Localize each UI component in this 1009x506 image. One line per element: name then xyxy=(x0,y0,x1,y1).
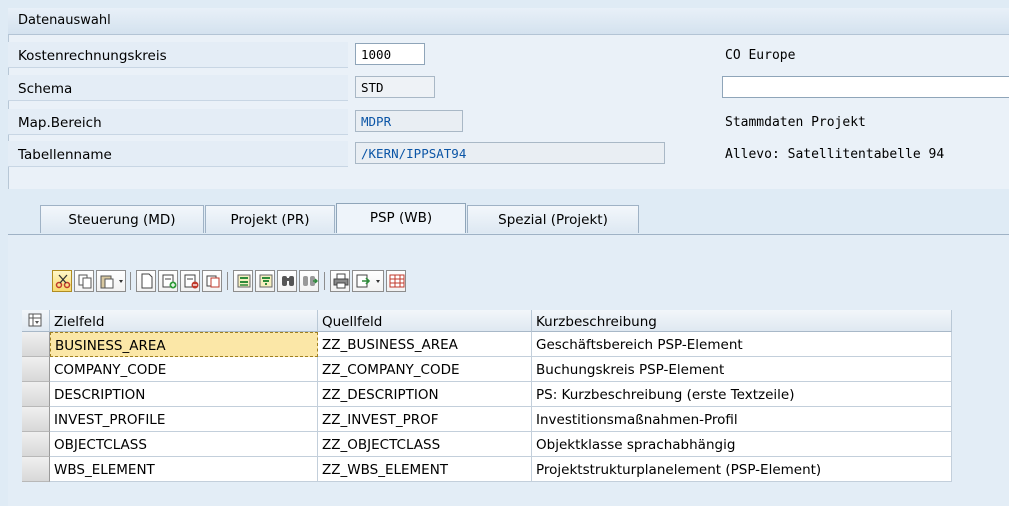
toolbar-separator xyxy=(227,272,228,290)
row-selector[interactable] xyxy=(22,357,50,382)
copy-icon[interactable] xyxy=(74,270,94,292)
zielfeld-cell[interactable]: DESCRIPTION xyxy=(50,382,318,407)
quellfeld-cell[interactable]: ZZ_BUSINESS_AREA xyxy=(318,332,532,357)
kurzbeschreibung-cell[interactable]: PS: Kurzbeschreibung (erste Textzeile) xyxy=(532,382,952,407)
table-row: OBJECTCLASS ZZ_OBJECTCLASS Objektklasse … xyxy=(22,432,952,457)
find-icon[interactable] xyxy=(277,270,297,292)
tab-psp-wb[interactable]: PSP (WB) xyxy=(336,203,466,233)
kurzbeschreibung-cell[interactable]: Buchungskreis PSP-Element xyxy=(532,357,952,382)
frame-title-bar: Datenauswahl xyxy=(8,8,1009,35)
table-row: INVEST_PROFILE ZZ_INVEST_PROF Investitio… xyxy=(22,407,952,432)
zielfeld-cell[interactable]: WBS_ELEMENT xyxy=(50,457,318,482)
zielfeld-cell[interactable]: INVEST_PROFILE xyxy=(50,407,318,432)
quellfeld-cell[interactable]: ZZ_INVEST_PROF xyxy=(318,407,532,432)
table-row: WBS_ELEMENT ZZ_WBS_ELEMENT Projektstrukt… xyxy=(22,457,952,482)
quellfeld-cell[interactable]: ZZ_COMPANY_CODE xyxy=(318,357,532,382)
schema-description-field xyxy=(722,76,1009,98)
kokrs-description: CO Europe xyxy=(725,48,796,63)
tabellenname-description: Allevo: Satellitentabelle 94 xyxy=(725,147,945,162)
tabstrip: Steuerung (MD) Projekt (PR) PSP (WB) Spe… xyxy=(8,203,1009,235)
tab-steuerung-md[interactable]: Steuerung (MD) xyxy=(40,205,204,233)
tab-spezial-projekt[interactable]: Spezial (Projekt) xyxy=(467,205,639,233)
row-selector[interactable] xyxy=(22,432,50,457)
kokrs-input[interactable]: 1000 xyxy=(355,43,425,65)
kurzbeschreibung-cell[interactable]: Objektklasse sprachabhängig xyxy=(532,432,952,457)
tab-projekt-pr[interactable]: Projekt (PR) xyxy=(205,205,335,233)
row-selector[interactable] xyxy=(22,457,50,482)
kurzbeschreibung-cell[interactable]: Geschäftsbereich PSP-Element xyxy=(532,332,952,357)
table-row: DESCRIPTION ZZ_DESCRIPTION PS: Kurzbesch… xyxy=(22,382,952,407)
zielfeld-cell[interactable]: BUSINESS_AREA xyxy=(50,332,318,357)
print-icon[interactable] xyxy=(330,270,350,292)
delete-row-icon[interactable] xyxy=(180,270,200,292)
map-bereich-description: Stammdaten Projekt xyxy=(725,115,866,130)
row-selector[interactable] xyxy=(22,382,50,407)
export-icon[interactable] xyxy=(352,270,384,292)
sort-asc-icon[interactable] xyxy=(233,270,253,292)
find-next-icon[interactable] xyxy=(299,270,319,292)
select-all-icon[interactable] xyxy=(22,310,50,332)
cut-icon[interactable] xyxy=(52,270,72,292)
kurzbeschreibung-cell[interactable]: Investitionsmaßnahmen-Profil xyxy=(532,407,952,432)
label-schema: Schema xyxy=(18,81,73,97)
new-row-icon[interactable] xyxy=(136,270,156,292)
frame-title: Datenauswahl xyxy=(18,13,111,28)
toolbar-separator xyxy=(130,272,131,290)
column-header-zielfeld[interactable]: Zielfeld xyxy=(50,310,318,332)
table-row: BUSINESS_AREA ZZ_BUSINESS_AREA Geschäfts… xyxy=(22,332,952,357)
zielfeld-cell[interactable]: OBJECTCLASS xyxy=(50,432,318,457)
copy-row-icon[interactable] xyxy=(202,270,222,292)
kurzbeschreibung-cell[interactable]: Projektstrukturplanelement (PSP-Element) xyxy=(532,457,952,482)
row-selector[interactable] xyxy=(22,407,50,432)
quellfeld-cell[interactable]: ZZ_OBJECTCLASS xyxy=(318,432,532,457)
column-header-quellfeld[interactable]: Quellfeld xyxy=(318,310,532,332)
schema-field: STD xyxy=(355,76,435,98)
quellfeld-cell[interactable]: ZZ_WBS_ELEMENT xyxy=(318,457,532,482)
tabellenname-field: /KERN/IPPSAT94 xyxy=(355,142,665,164)
map-bereich-field: MDPR xyxy=(355,110,463,132)
label-kostenrechnungskreis: Kostenrechnungskreis xyxy=(18,48,167,64)
column-header-kurzbeschreibung[interactable]: Kurzbeschreibung xyxy=(532,310,952,332)
quellfeld-cell[interactable]: ZZ_DESCRIPTION xyxy=(318,382,532,407)
label-tabellenname: Tabellenname xyxy=(18,147,112,163)
label-map-bereich: Map.Bereich xyxy=(18,115,102,131)
row-selector[interactable] xyxy=(22,332,50,357)
field-row-kokrs: Kostenrechnungskreis xyxy=(8,42,1009,68)
filter-icon[interactable] xyxy=(255,270,275,292)
insert-row-icon[interactable] xyxy=(158,270,178,292)
paste-icon[interactable] xyxy=(96,270,126,292)
toolbar-separator xyxy=(324,272,325,290)
zielfeld-cell[interactable]: COMPANY_CODE xyxy=(50,357,318,382)
layout-icon[interactable] xyxy=(386,270,406,292)
table-row: COMPANY_CODE ZZ_COMPANY_CODE Buchungskre… xyxy=(22,357,952,382)
